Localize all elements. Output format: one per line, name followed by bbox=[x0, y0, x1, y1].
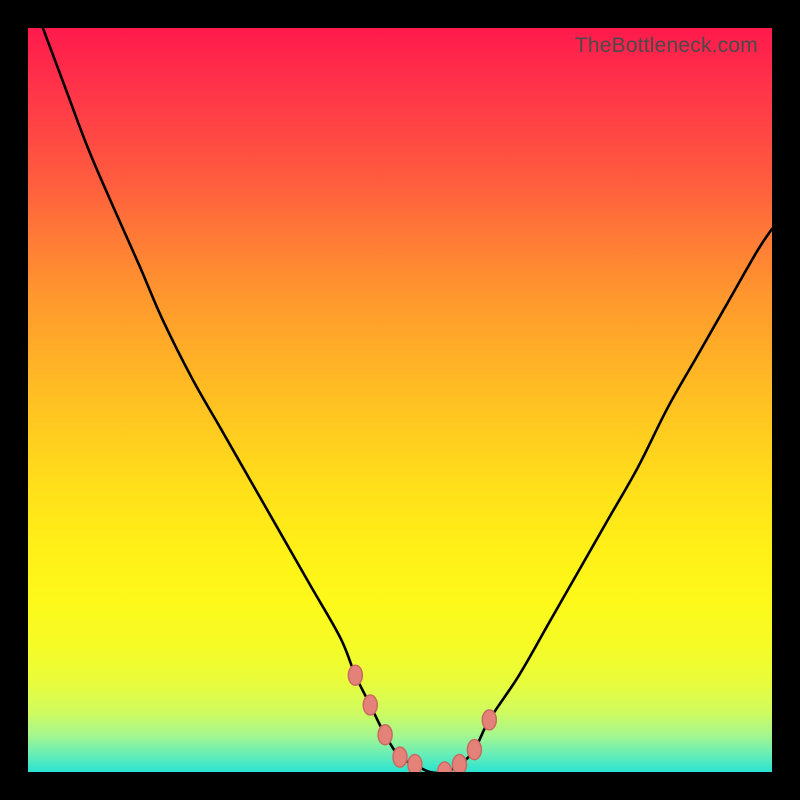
plot-area: TheBottleneck.com bbox=[28, 28, 772, 772]
curve-marker bbox=[378, 725, 392, 745]
curve-marker bbox=[453, 755, 467, 772]
curve-marker bbox=[363, 695, 377, 715]
curve-marker bbox=[482, 710, 496, 730]
curve-markers bbox=[348, 665, 496, 772]
watermark-text: TheBottleneck.com bbox=[575, 34, 758, 58]
bottleneck-curve bbox=[43, 28, 772, 772]
chart-frame: TheBottleneck.com bbox=[0, 0, 800, 800]
curve-marker bbox=[348, 665, 362, 685]
chart-svg bbox=[28, 28, 772, 772]
curve-marker bbox=[408, 755, 422, 772]
curve-marker bbox=[438, 762, 452, 772]
curve-marker bbox=[393, 747, 407, 767]
curve-marker bbox=[467, 740, 481, 760]
